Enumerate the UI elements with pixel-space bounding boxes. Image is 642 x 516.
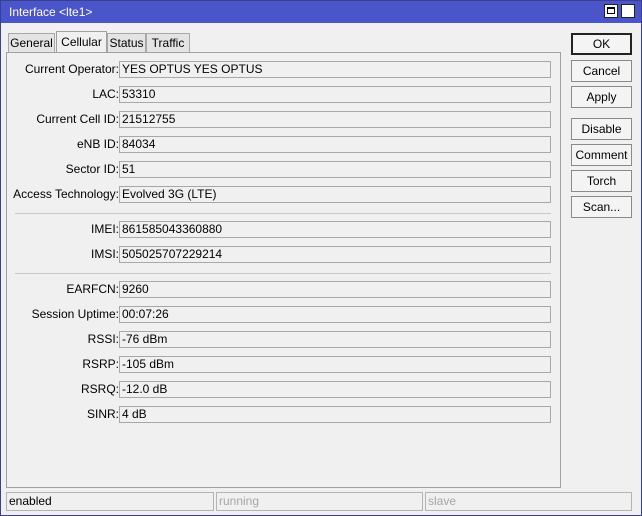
tab-cellular[interactable]: Cellular xyxy=(56,31,107,53)
current-cell-id-value: 21512755 xyxy=(119,111,551,128)
scan-button[interactable]: Scan... xyxy=(571,196,632,218)
tab-general[interactable]: General xyxy=(8,33,55,52)
comment-button[interactable]: Comment xyxy=(571,144,632,166)
close-icon[interactable]: ✕ xyxy=(621,4,635,18)
enb-id-value: 84034 xyxy=(119,136,551,153)
field-row-imsi: IMSI: 505025707229214 xyxy=(7,246,562,263)
status-running: running xyxy=(216,492,423,511)
disable-button[interactable]: Disable xyxy=(571,118,632,140)
enb-id-label: eNB ID: xyxy=(76,137,119,151)
field-row-rssi: RSSI: -76 dBm xyxy=(7,331,562,348)
imsi-value: 505025707229214 xyxy=(119,246,551,263)
status-enabled: enabled xyxy=(6,492,214,511)
imsi-label: IMSI: xyxy=(90,247,119,261)
earfcn-label: EARFCN: xyxy=(66,282,119,296)
current-cell-id-label: Current Cell ID: xyxy=(36,112,119,126)
sector-id-value: 51 xyxy=(119,161,551,178)
current-operator-value: YES OPTUS YES OPTUS xyxy=(119,61,551,78)
field-row-earfcn: EARFCN: 9260 xyxy=(7,281,562,298)
lac-value: 53310 xyxy=(119,86,551,103)
tab-status[interactable]: Status xyxy=(107,33,146,52)
rssi-label: RSSI: xyxy=(87,332,119,346)
field-row-rsrp: RSRP: -105 dBm xyxy=(7,356,562,373)
ok-button[interactable]: OK xyxy=(571,33,632,55)
field-row-sector-id: Sector ID: 51 xyxy=(7,161,562,178)
field-row-current-cell-id: Current Cell ID: 21512755 xyxy=(7,111,562,128)
field-row-imei: IMEI: 861585043360880 xyxy=(7,221,562,238)
sinr-value: 4 dB xyxy=(119,406,551,423)
title-bar[interactable]: Interface <lte1> ✕ xyxy=(1,1,641,23)
field-row-lac: LAC: 53310 xyxy=(7,86,562,103)
rsrq-label: RSRQ: xyxy=(80,382,119,396)
access-technology-value: Evolved 3G (LTE) xyxy=(119,186,551,203)
maximize-icon[interactable] xyxy=(604,4,618,18)
earfcn-value: 9260 xyxy=(119,281,551,298)
access-technology-label: Access Technology: xyxy=(13,187,119,201)
sector-id-label: Sector ID: xyxy=(65,162,119,176)
sinr-label: SINR: xyxy=(86,407,119,421)
field-row-enb-id: eNB ID: 84034 xyxy=(7,136,562,153)
rsrp-label: RSRP: xyxy=(82,357,119,371)
imei-label: IMEI: xyxy=(90,222,119,236)
field-row-access-technology: Access Technology: Evolved 3G (LTE) xyxy=(7,186,562,203)
session-uptime-label: Session Uptime: xyxy=(31,307,119,321)
torch-button[interactable]: Torch xyxy=(571,170,632,192)
cancel-button[interactable]: Cancel xyxy=(571,60,632,82)
section-divider xyxy=(15,213,551,214)
window-title: Interface <lte1> xyxy=(9,5,93,19)
apply-button[interactable]: Apply xyxy=(571,86,632,108)
field-row-current-operator: Current Operator: YES OPTUS YES OPTUS xyxy=(7,61,562,78)
tab-traffic[interactable]: Traffic xyxy=(146,33,190,52)
interface-window: Interface <lte1> ✕ General Cellular Stat… xyxy=(0,0,642,516)
status-slave: slave xyxy=(425,492,632,511)
session-uptime-value: 00:07:26 xyxy=(119,306,551,323)
lac-label: LAC: xyxy=(92,87,119,101)
rsrq-value: -12.0 dB xyxy=(119,381,551,398)
field-row-rsrq: RSRQ: -12.0 dB xyxy=(7,381,562,398)
current-operator-label: Current Operator: xyxy=(24,62,119,76)
rssi-value: -76 dBm xyxy=(119,331,551,348)
section-divider xyxy=(15,273,551,274)
cellular-panel: Current Operator: YES OPTUS YES OPTUS LA… xyxy=(6,52,561,488)
field-row-sinr: SINR: 4 dB xyxy=(7,406,562,423)
rsrp-value: -105 dBm xyxy=(119,356,551,373)
imei-value: 861585043360880 xyxy=(119,221,551,238)
field-row-session-uptime: Session Uptime: 00:07:26 xyxy=(7,306,562,323)
